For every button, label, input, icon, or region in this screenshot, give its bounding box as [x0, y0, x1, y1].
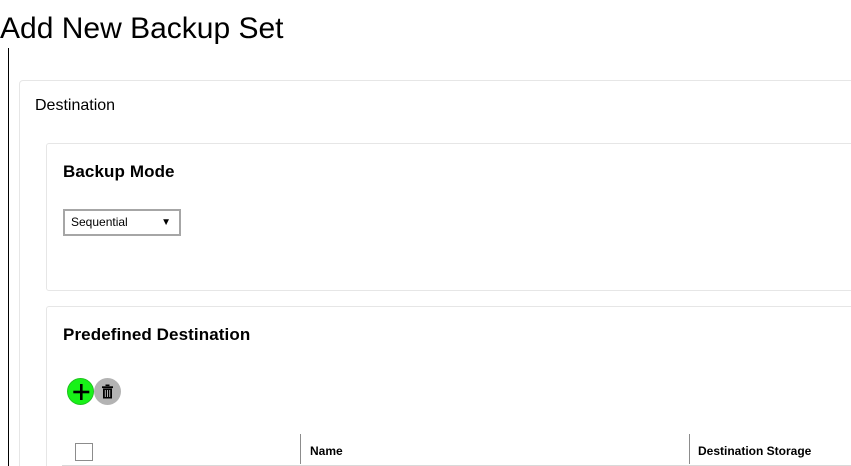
plus-icon — [73, 384, 90, 400]
column-header-name[interactable]: Name — [310, 443, 343, 459]
add-destination-button[interactable] — [67, 378, 94, 405]
column-header-destination-storage[interactable]: Destination Storage — [698, 443, 811, 459]
destination-table-header: Name Destination Storage — [62, 432, 851, 466]
backup-mode-select[interactable]: Sequential ▼ — [63, 209, 181, 236]
add-backup-set-page: Add New Backup Set Destination Backup Mo… — [0, 0, 851, 466]
column-separator[interactable] — [300, 434, 301, 464]
left-divider — [8, 48, 9, 466]
column-separator[interactable] — [689, 434, 690, 464]
select-all-checkbox[interactable] — [75, 443, 93, 461]
trash-icon — [102, 384, 113, 399]
destination-section-title: Destination — [35, 97, 116, 114]
page-title: Add New Backup Set — [0, 12, 284, 45]
dropdown-caret-icon: ▼ — [161, 217, 171, 228]
predefined-destination-heading: Predefined Destination — [63, 325, 251, 344]
backup-mode-selected-value: Sequential — [71, 215, 128, 229]
delete-destination-button[interactable] — [94, 378, 121, 405]
backup-mode-heading: Backup Mode — [63, 162, 175, 181]
